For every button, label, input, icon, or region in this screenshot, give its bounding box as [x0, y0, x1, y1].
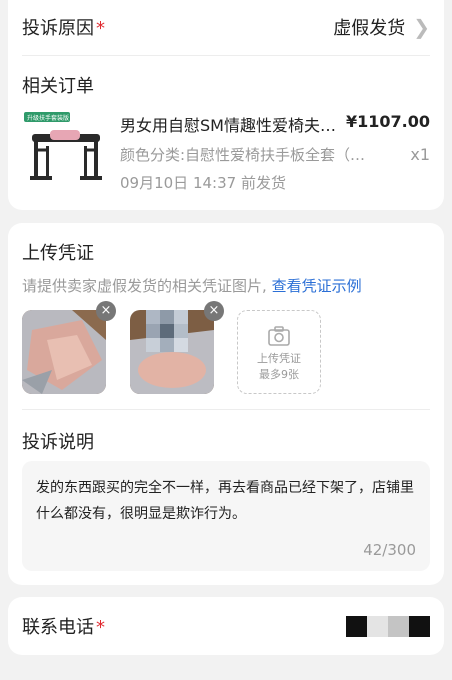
add-evidence-label: 上传凭证: [257, 352, 301, 365]
remove-photo-1-button[interactable]: ×: [96, 301, 116, 321]
complaint-order-card: 投诉原因 * 虚假发货 ❯ 相关订单 升级扶手套装版 男女用自慰SM情趣性爱椅夫……: [8, 0, 444, 210]
evidence-card: 上传凭证 请提供卖家虚假发货的相关凭证图片, 查看凭证示例 × × 上传凭证 最…: [8, 223, 444, 585]
ship-deadline: 09月10日 14:37 前发货: [120, 174, 286, 192]
character-count: 42/300: [363, 541, 416, 559]
upload-evidence-title: 上传凭证: [22, 243, 94, 264]
product-quantity: x1: [410, 145, 430, 164]
phone-number-redacted[interactable]: [346, 615, 430, 637]
complaint-reason-value[interactable]: 虚假发货 ❯: [333, 14, 430, 40]
remove-photo-2-button[interactable]: ×: [204, 301, 224, 321]
complaint-reason-label: 投诉原因 *: [22, 18, 105, 39]
camera-icon: [268, 326, 290, 346]
evidence-photo-2[interactable]: [130, 310, 214, 394]
complaint-description-text: 发的东西跟买的完全不一样，再去看商品已经下架了，店铺里什么都没有，很明显是欺诈行…: [36, 480, 414, 522]
evidence-image-1: [22, 310, 106, 394]
product-spec: 颜色分类:自慰性爱椅扶手板全套（…: [120, 146, 366, 164]
upload-hint-text: 请提供卖家虚假发货的相关凭证图片,: [22, 277, 267, 295]
related-order-title: 相关订单: [22, 76, 94, 97]
product-chair-image: 升级扶手套装版: [24, 112, 102, 180]
product-price: ¥1107.00: [345, 112, 430, 131]
contact-card: 联系电话 *: [8, 597, 444, 655]
required-mark: *: [96, 617, 105, 638]
contact-phone-label: 联系电话 *: [22, 617, 105, 638]
complaint-reason-row[interactable]: 投诉原因 * 虚假发货 ❯: [22, 12, 430, 42]
complaint-description-title: 投诉说明: [22, 432, 94, 453]
product-thumbnail[interactable]: 升级扶手套装版: [22, 110, 110, 190]
view-example-link[interactable]: 查看凭证示例: [272, 277, 362, 295]
product-thumb-tag: 升级扶手套装版: [27, 114, 69, 122]
required-mark: *: [96, 18, 105, 39]
evidence-photo-1[interactable]: [22, 310, 106, 394]
contact-phone-row[interactable]: 联系电话 *: [22, 611, 430, 641]
upload-hint: 请提供卖家虚假发货的相关凭证图片, 查看凭证示例: [22, 275, 362, 296]
complaint-reason-text: 虚假发货: [333, 18, 406, 39]
complaint-description-textarea[interactable]: 发的东西跟买的完全不一样，再去看商品已经下架了，店铺里什么都没有，很明显是欺诈行…: [22, 461, 430, 571]
add-evidence-button[interactable]: 上传凭证 最多9张: [237, 310, 321, 394]
evidence-image-2: [130, 310, 214, 394]
divider: [22, 55, 430, 56]
add-evidence-limit: 最多9张: [259, 368, 299, 381]
divider: [22, 409, 430, 410]
product-title[interactable]: 男女用自慰SM情趣性爱椅夫…: [120, 112, 352, 136]
chevron-right-icon: ❯: [413, 15, 430, 39]
